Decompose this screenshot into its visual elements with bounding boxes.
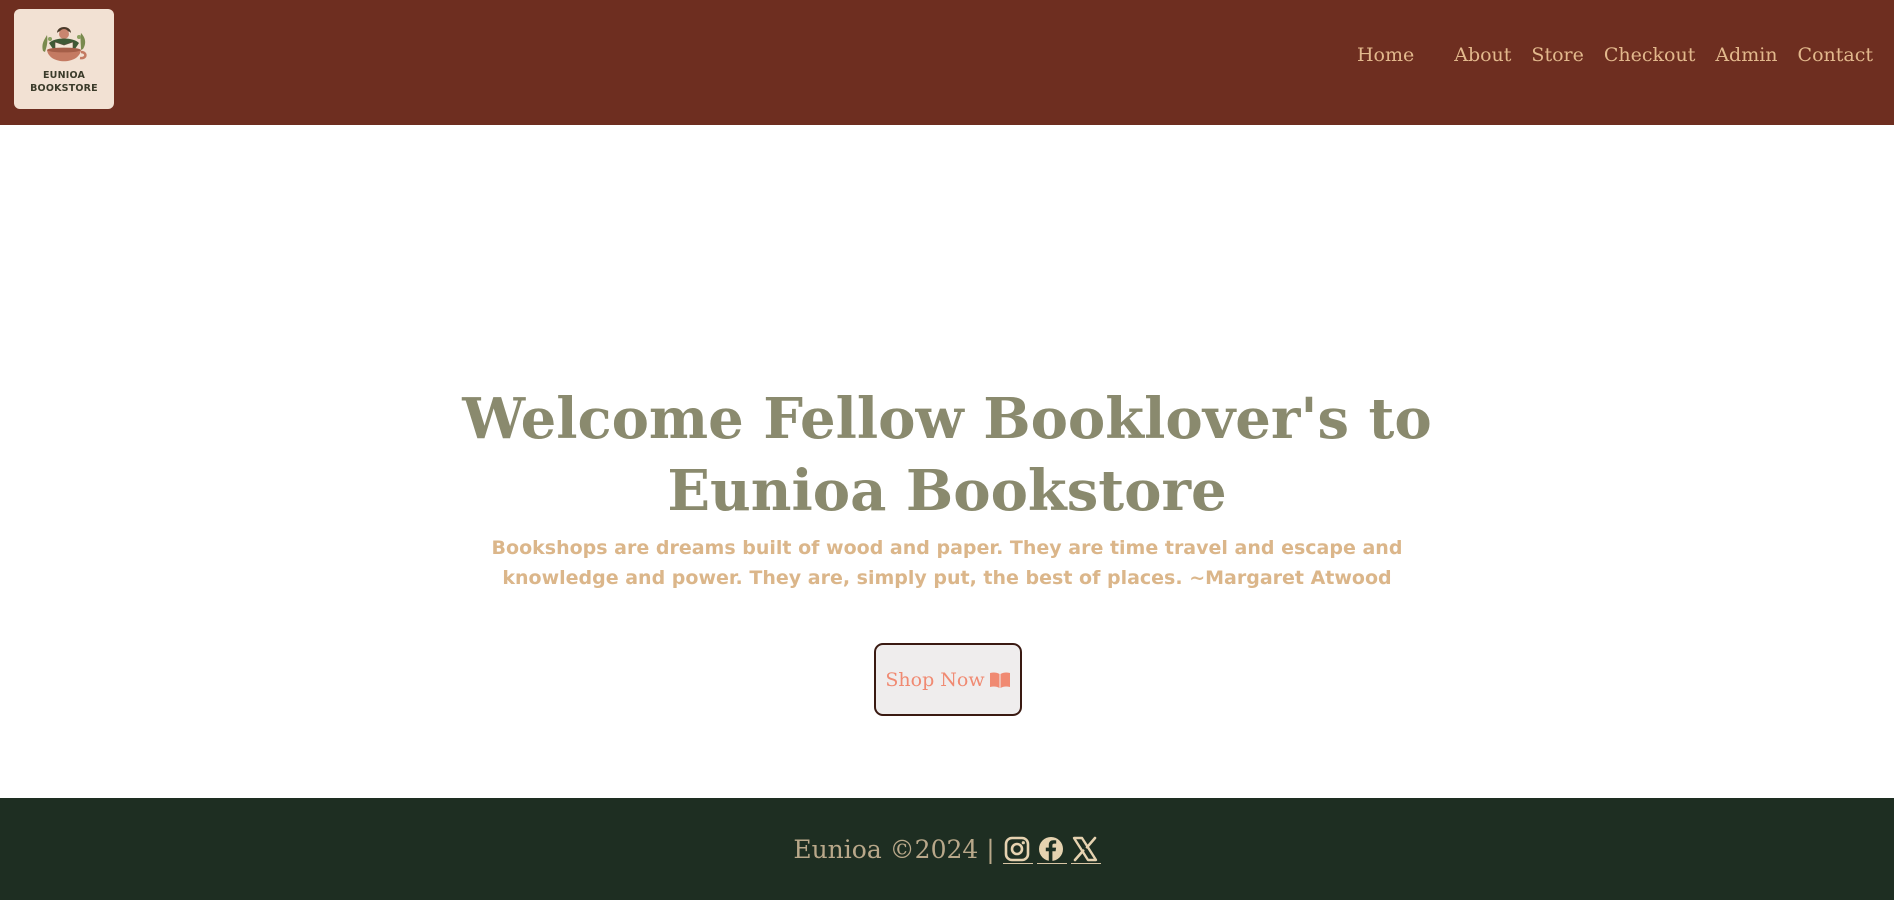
instagram-icon [1004,836,1029,861]
logo-text-line1: EUNIOA [42,70,86,81]
hero-section: Welcome Fellow Booklover's to Eunioa Boo… [0,125,1894,798]
site-footer: Eunioa ©2024 | [0,798,1894,900]
footer-copyright: Eunioa ©2024 | [793,834,995,864]
open-book-icon [989,671,1010,688]
site-header: EUNIOA BOOKSTORE Home About Store Checko… [0,0,1894,125]
logo-text-line2: BOOKSTORE [30,83,98,94]
hero-title-line1: Welcome Fellow Booklover's to [462,386,1432,452]
nav-link-contact[interactable]: Contact [1798,44,1873,66]
nav-link-admin[interactable]: Admin [1715,44,1777,66]
nav-link-store[interactable]: Store [1531,44,1583,66]
shop-now-button[interactable]: Shop Now [874,643,1022,716]
x-twitter-icon [1072,836,1097,861]
facebook-link[interactable] [1036,834,1067,864]
nav-link-about[interactable]: About [1454,44,1511,66]
nav-link-home[interactable]: Home [1357,44,1414,66]
nav-link-checkout[interactable]: Checkout [1604,44,1695,66]
hero-quote: Bookshops are dreams built of wood and p… [491,537,1403,589]
facebook-icon [1038,836,1063,861]
x-twitter-link[interactable] [1070,834,1101,864]
hero-title: Welcome Fellow Booklover's to Eunioa Boo… [0,383,1894,527]
hero-title-line2: Eunioa Bookstore [667,458,1227,524]
brand-logo[interactable]: EUNIOA BOOKSTORE [14,9,114,109]
main-nav: Home About Store Checkout Admin Contact [1337,44,1873,66]
shop-now-label: Shop Now [885,668,985,691]
social-links [1002,834,1101,864]
instagram-link[interactable] [1002,834,1033,864]
reading-woman-logo-icon [42,27,87,62]
